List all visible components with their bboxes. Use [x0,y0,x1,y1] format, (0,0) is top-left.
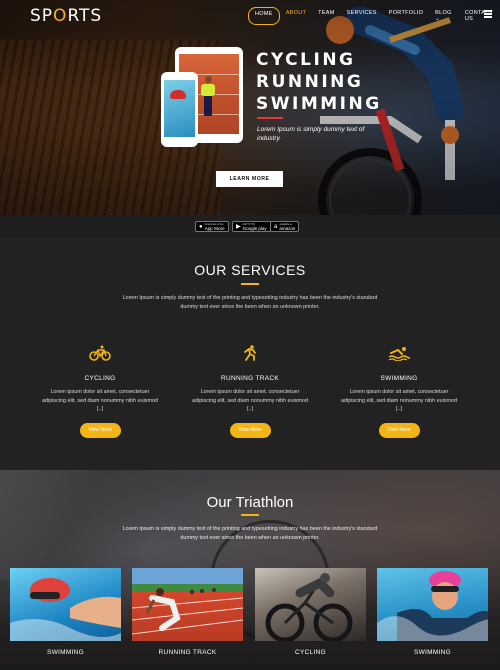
card-image-running-track[interactable] [132,568,243,641]
swimmer-icon [339,345,459,361]
learn-more-button[interactable]: LEARN MORE [216,171,283,187]
hero-line-swimming: SWIMMING [256,94,382,114]
service-card-running: RUNNING TRACK Lorem ipsum dolor sit amet… [190,345,310,438]
card-label-cycling[interactable]: CYCLING [255,649,366,656]
service-name: RUNNING TRACK [221,375,279,382]
runner-image [201,76,215,116]
nav-item-team[interactable]: TEAM [312,7,340,25]
runner-icon [190,345,310,361]
hero-line-running: RUNNING [256,72,364,92]
main-nav: HOME ABOUT TEAM SERVICES PORTFOLIO BLOG … [248,7,500,25]
apple-icon: ● [199,223,203,230]
nav-item-services[interactable]: SERVICES [341,7,383,25]
card-image-swimming-2[interactable] [377,568,488,641]
service-text: Lorem ipsum dolor sit amet, consectetuer… [192,389,308,412]
triathlon-title-underline [241,514,259,516]
hamburger-icon[interactable] [484,10,492,19]
card-image-swimming[interactable] [10,568,121,641]
service-text: Lorem ipsum dolor sit amet, consectetuer… [42,389,158,412]
phone-mockup [161,72,198,147]
nav-item-home[interactable]: HOME [248,7,280,25]
app-store-badge[interactable]: ● Download on the App Store [195,221,229,232]
hero-line-cycling: CYCLING [256,50,356,70]
hero-headline: CYCLING RUNNING SWIMMING [256,49,382,115]
play-icon: ▶ [236,224,241,230]
card-image-cycling[interactable] [255,568,366,641]
nav-item-blog[interactable]: BLOG ⌄ [429,7,459,25]
amazon-badge[interactable]: a available at amazon [270,221,300,232]
logo-text-start: SP [30,6,54,26]
card-label-swimming-2[interactable]: SWIMMING [377,649,488,656]
services-description: Lorem Ipsum is simply dummy text of the … [122,295,378,310]
hero-divider [257,117,283,119]
hero-description: Lorem Ipsum is simply dummy text of indu… [257,126,365,142]
bicycle-icon [40,345,160,361]
card-label-swimming[interactable]: SWIMMING [10,649,121,656]
nav-item-about[interactable]: ABOUT [280,7,312,25]
view-more-button[interactable]: View More [79,422,121,438]
nav-item-contact[interactable]: CONTACT US [459,7,500,25]
services-title-underline [241,283,259,285]
services-title: OUR SERVICES [194,262,306,278]
service-card-swimming: SWIMMING Lorem ipsum dolor sit amet, con… [339,345,459,438]
service-text: Lorem ipsum dolor sit amet, consectetuer… [341,389,457,412]
triathlon-title: Our Triathlon [206,494,294,511]
google-play-badge[interactable]: ▶ GET IT ON Google play [232,221,271,232]
amazon-icon: a [274,223,278,230]
view-more-button[interactable]: View More [378,422,420,438]
triathlon-section: Our Triathlon Lorem Ipsum is simply dumm… [0,470,500,670]
card-label-running-track[interactable]: RUNNING TRACK [132,649,243,656]
triathlon-description: Lorem Ipsum is simply dummy text of the … [122,526,378,541]
nav-item-portfolio[interactable]: PORTFOLIO [383,7,429,25]
hero-section: SPORTS HOME ABOUT TEAM SERVICES PORTFOLI… [0,0,500,215]
service-card-cycling: CYCLING Lorem ipsum dolor sit amet, cons… [40,345,160,438]
site-logo[interactable]: SPORTS [30,6,102,26]
services-section: OUR SERVICES Lorem Ipsum is simply dummy… [0,237,500,470]
service-name: SWIMMING [380,375,418,382]
view-more-button[interactable]: View More [229,422,271,438]
swimmer-image [170,90,186,99]
service-name: CYCLING [84,375,116,382]
logo-text-end: RTS [67,6,103,26]
medal-icon: O [53,6,68,26]
store-badges: ● Download on the App Store ▶ GET IT ON Go… [0,215,500,237]
